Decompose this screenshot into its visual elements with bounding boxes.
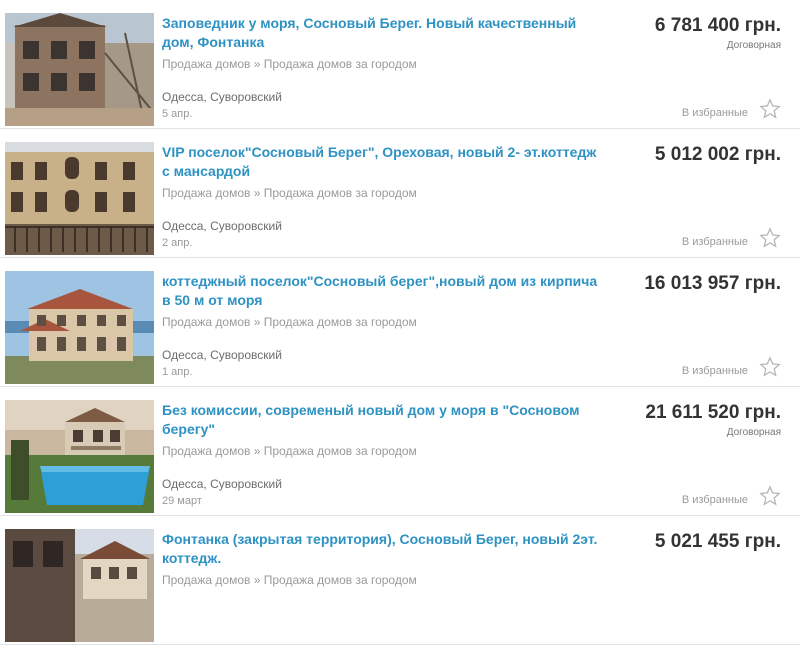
add-to-favorites-link[interactable]: В избранные xyxy=(682,107,748,119)
negotiable-label: Договорная xyxy=(726,427,781,438)
listing-photo[interactable] xyxy=(5,142,154,255)
listing-photo[interactable] xyxy=(5,271,154,384)
listing-title-link[interactable]: Фонтанка (закрытая территория), Сосновый… xyxy=(162,530,602,568)
listing-date: 29 март xyxy=(162,495,202,507)
listing-item: Заповедник у моря, Сосновый Берег. Новый… xyxy=(0,0,800,129)
star-icon[interactable] xyxy=(759,485,781,507)
listing-date: 5 апр. xyxy=(162,108,193,120)
listing-price: 21 611 520 грн. xyxy=(645,402,781,423)
listing-location: Одесса, Суворовский xyxy=(162,477,282,491)
add-to-favorites-link[interactable]: В избранные xyxy=(682,365,748,377)
listing-price: 6 781 400 грн. xyxy=(654,15,781,36)
listing-title-link[interactable]: VIP поселок"Сосновый Берег", Ореховая, н… xyxy=(162,143,602,181)
add-to-favorites-link[interactable]: В избранные xyxy=(682,236,748,248)
listing-photo[interactable] xyxy=(5,529,154,642)
listing-category[interactable]: Продажа домов » Продажа домов за городом xyxy=(162,57,417,71)
listing-title-link[interactable]: Заповедник у моря, Сосновый Берег. Новый… xyxy=(162,14,602,52)
listing-photo[interactable] xyxy=(5,13,154,126)
listing-location: Одесса, Суворовский xyxy=(162,219,282,233)
listing-price: 5 021 455 грн. xyxy=(654,531,781,552)
star-icon[interactable] xyxy=(759,356,781,378)
listing-location: Одесса, Суворовский xyxy=(162,90,282,104)
star-icon[interactable] xyxy=(759,227,781,249)
listing-location: Одесса, Суворовский xyxy=(162,348,282,362)
listing-category[interactable]: Продажа домов » Продажа домов за городом xyxy=(162,315,417,329)
listing-date: 1 апр. xyxy=(162,366,193,378)
listing-date: 2 апр. xyxy=(162,237,193,249)
listing-title-link[interactable]: Без комиссии, современый новый дом у мор… xyxy=(162,401,602,439)
negotiable-label: Договорная xyxy=(726,40,781,51)
listing-price: 16 013 957 грн. xyxy=(644,273,781,294)
star-icon[interactable] xyxy=(759,98,781,120)
listing-category[interactable]: Продажа домов » Продажа домов за городом xyxy=(162,573,417,587)
listing-price: 5 012 002 грн. xyxy=(654,144,781,165)
listing-item: коттеджный поселок"Сосновый берег",новый… xyxy=(0,258,800,387)
listing-list: Заповедник у моря, Сосновый Берег. Новый… xyxy=(0,0,800,645)
listing-item: Без комиссии, современый новый дом у мор… xyxy=(0,387,800,516)
listing-category[interactable]: Продажа домов » Продажа домов за городом xyxy=(162,186,417,200)
listing-title-link[interactable]: коттеджный поселок"Сосновый берег",новый… xyxy=(162,272,602,310)
listing-photo[interactable] xyxy=(5,400,154,513)
add-to-favorites-link[interactable]: В избранные xyxy=(682,494,748,506)
listing-item: Фонтанка (закрытая территория), Сосновый… xyxy=(0,516,800,645)
listing-item: VIP поселок"Сосновый Берег", Ореховая, н… xyxy=(0,129,800,258)
listing-category[interactable]: Продажа домов » Продажа домов за городом xyxy=(162,444,417,458)
